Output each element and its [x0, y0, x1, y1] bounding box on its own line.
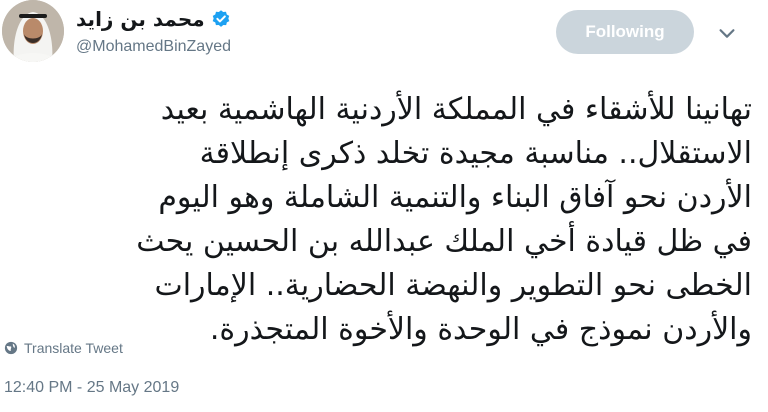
author-handle[interactable]: @MohamedBinZayed [76, 38, 231, 56]
tweet-text: تهانينا للأشقاء في المملكة الأردنية الها… [136, 92, 752, 347]
author-display-name[interactable]: محمد بن زايد [76, 7, 205, 31]
following-button[interactable]: Following [556, 10, 694, 54]
profile-photo-icon [2, 0, 64, 62]
author-name-row: محمد بن زايد [76, 6, 231, 32]
avatar[interactable] [2, 0, 64, 62]
translate-tweet-label: Translate Tweet [24, 340, 123, 356]
globe-icon [4, 341, 18, 355]
translate-tweet-link[interactable]: Translate Tweet [4, 340, 123, 356]
tweet-timestamp[interactable]: 12:40 PM - 25 May 2019 [4, 379, 179, 397]
verified-badge-icon [212, 10, 229, 27]
chevron-down-icon[interactable] [716, 22, 738, 44]
